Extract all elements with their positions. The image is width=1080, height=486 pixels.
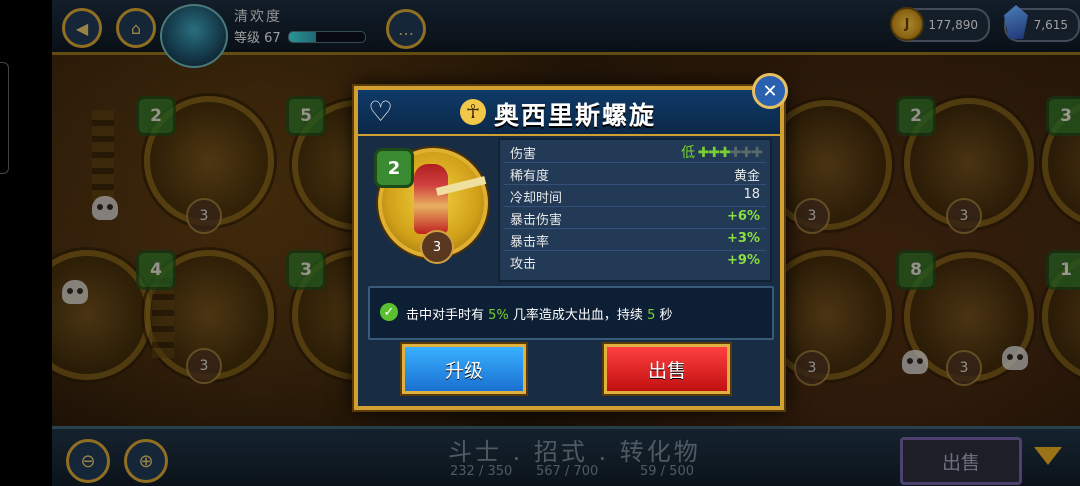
close-button[interactable]: ✕ [752, 73, 788, 109]
move-title: 奥西里斯螺旋 [494, 101, 657, 130]
move-hex-level: 2 [374, 148, 414, 188]
stat-row-rarity: 稀有度 黄金 [504, 164, 766, 185]
stat-label: 稀有度 [510, 169, 550, 184]
stat-label: 暴击率 [510, 235, 550, 250]
ability-text-prefix: 击中对手时有 [406, 308, 485, 323]
stat-value: +6% [727, 209, 760, 224]
damage-rating-label: 低 [681, 145, 695, 161]
stat-row-crit-rate: 暴击率 +3% [504, 230, 766, 251]
stat-label: 暴击伤害 [510, 213, 563, 228]
plus-empty-icon: ✚ [729, 145, 742, 161]
plus-filled-icon: ✚ [708, 145, 720, 161]
move-detail-dialog: ♡ ☥ 奥西里斯螺旋 2 3 伤害 低 ✚✚✚✚✚✚ 稀有度 黄金 冷却时间 1… [354, 86, 784, 410]
dialog-header: ♡ ☥ 奥西里斯螺旋 [358, 90, 780, 136]
stat-row-crit-damage: 暴击伤害 +6% [504, 208, 766, 229]
stat-value: +9% [727, 253, 760, 268]
game-screen: 2 3 5 4 3 3 3 3 2 3 3 8 3 1 ◀ ⌂ 清欢度 等级 6… [52, 0, 1080, 486]
check-icon: ✓ [380, 303, 398, 321]
stat-label: 攻击 [510, 257, 537, 272]
plus-filled-icon: ✚ [697, 145, 710, 161]
plus-filled-icon: ✚ [719, 145, 731, 161]
stat-label: 伤害 [510, 147, 537, 162]
ability-text-suffix: 秒 [659, 308, 673, 323]
stat-label: 冷却时间 [510, 191, 563, 206]
damage-rating: 低 ✚✚✚✚✚✚ [681, 142, 763, 162]
move-upgrade-level: 3 [420, 230, 454, 264]
move-character-art [414, 164, 448, 234]
phone-edge [0, 0, 52, 486]
stat-row-attack: 攻击 +9% [504, 252, 766, 272]
ability-chance: 5% [488, 308, 509, 323]
upgrade-button[interactable]: 升级 [402, 344, 526, 394]
damage-plus-icons: ✚✚✚✚✚✚ [697, 145, 763, 161]
stat-row-damage: 伤害 低 ✚✚✚✚✚✚ [504, 142, 766, 163]
stat-value: 18 [743, 187, 760, 202]
signature-ability-box: ✓ 击中对手时有 5% 几率造成大出血，持续 5 秒 [368, 286, 774, 340]
close-icon: ✕ [762, 80, 778, 102]
ability-duration: 5 [647, 308, 656, 323]
plus-empty-icon: ✚ [740, 145, 753, 161]
stats-table: 伤害 低 ✚✚✚✚✚✚ 稀有度 黄金 冷却时间 18 暴击伤害 +6% 暴击率 … [498, 138, 772, 282]
plus-empty-icon: ✚ [751, 145, 763, 161]
stat-row-cooldown: 冷却时间 18 [504, 186, 766, 207]
ankh-icon: ☥ [460, 99, 486, 125]
stat-value: 黄金 [733, 169, 760, 184]
side-button-outline [0, 62, 9, 174]
ability-text-middle: 几率造成大出血，持续 [512, 308, 643, 323]
stat-value: +3% [727, 231, 760, 246]
ability-description: 击中对手时有 5% 几率造成大出血，持续 5 秒 [406, 304, 673, 323]
favorite-heart-icon[interactable]: ♡ [368, 98, 398, 126]
sell-button[interactable]: 出售 [604, 344, 730, 394]
